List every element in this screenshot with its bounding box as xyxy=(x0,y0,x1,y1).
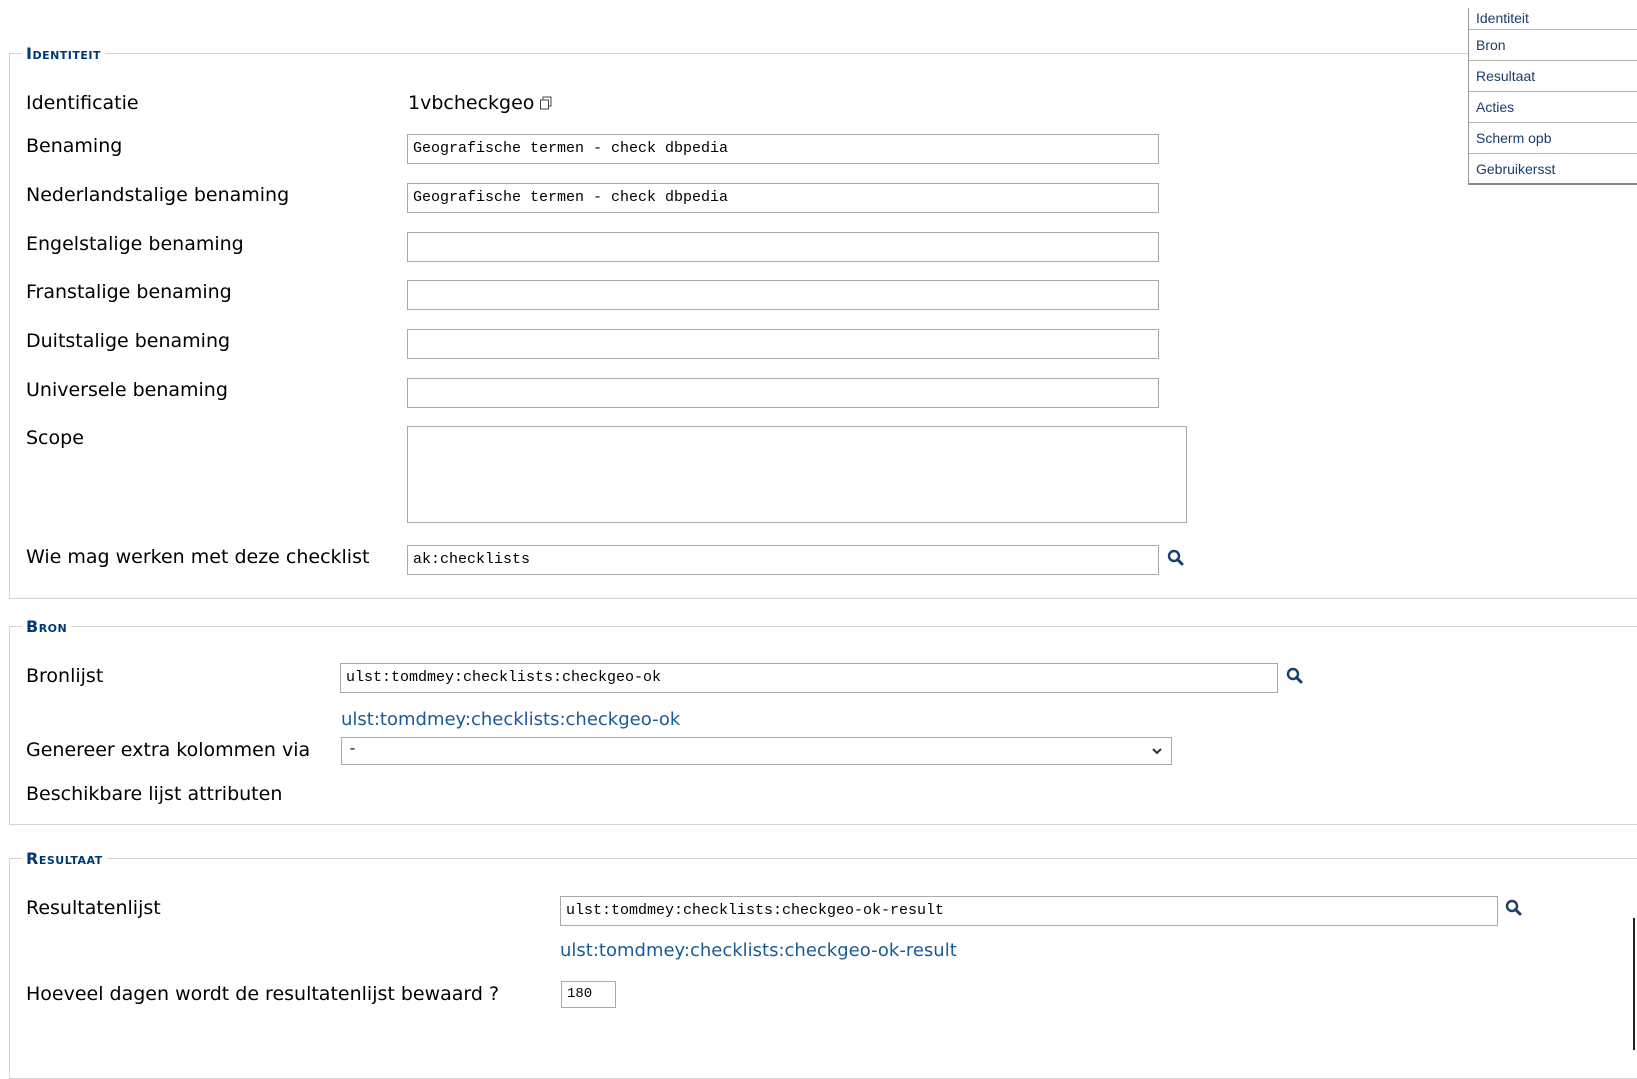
bronlijst-input[interactable]: ulst:tomdmey:checklists:checkgeo-ok xyxy=(340,663,1278,693)
wie-input[interactable]: ak:checklists xyxy=(407,545,1159,575)
benaming-input[interactable]: Geografische termen - check dbpedia xyxy=(407,134,1159,164)
search-icon[interactable] xyxy=(1166,548,1186,568)
attributen-label: Beschikbare lijst attributen xyxy=(26,783,283,805)
section-nav: Identiteit Bron Resultaat Acties Scherm … xyxy=(1468,8,1637,185)
scope-textarea[interactable] xyxy=(407,426,1187,523)
en-benaming-label: Engelstalige benaming xyxy=(26,233,244,255)
section-bron-legend: Bron xyxy=(26,617,68,636)
identificatie-label: Identificatie xyxy=(26,92,139,114)
section-identiteit-legend: Identiteit xyxy=(26,44,102,63)
resultatenlijst-link[interactable]: ulst:tomdmey:checklists:checkgeo-ok-resu… xyxy=(560,940,957,961)
dagen-input[interactable]: 180 xyxy=(561,981,616,1008)
resultatenlijst-label: Resultatenlijst xyxy=(26,897,161,919)
chevron-down-icon xyxy=(1152,748,1162,755)
bronlijst-link[interactable]: ulst:tomdmey:checklists:checkgeo-ok xyxy=(341,709,680,730)
en-benaming-input[interactable] xyxy=(407,232,1159,262)
nav-item-scherm-opbouw[interactable]: Scherm opb xyxy=(1469,123,1637,154)
bronlijst-search-icon[interactable] xyxy=(1285,666,1305,686)
scope-label: Scope xyxy=(26,427,84,449)
nav-item-identiteit[interactable]: Identiteit xyxy=(1469,8,1637,30)
nav-item-bron[interactable]: Bron xyxy=(1469,30,1637,61)
dagen-label: Hoeveel dagen wordt de resultatenlijst b… xyxy=(26,983,500,1005)
uni-benaming-input[interactable] xyxy=(407,378,1159,408)
copy-icon[interactable] xyxy=(539,96,553,110)
resultatenlijst-search-icon[interactable] xyxy=(1504,898,1524,918)
fr-benaming-input[interactable] xyxy=(407,280,1159,310)
section-resultaat: Resultaat xyxy=(9,849,1637,1079)
genereer-selected-value: - xyxy=(348,741,358,758)
genereer-label: Genereer extra kolommen via xyxy=(26,739,311,761)
nav-item-acties[interactable]: Acties xyxy=(1469,92,1637,123)
identificatie-text: 1vbcheckgeo xyxy=(408,92,535,114)
de-benaming-input[interactable] xyxy=(407,329,1159,359)
scrollbar-edge[interactable] xyxy=(1633,918,1635,1050)
wie-label: Wie mag werken met deze checklist xyxy=(26,546,370,568)
nl-benaming-input[interactable]: Geografische termen - check dbpedia xyxy=(407,183,1159,213)
fr-benaming-label: Franstalige benaming xyxy=(26,281,232,303)
genereer-select[interactable]: - xyxy=(341,737,1172,765)
nav-item-resultaat[interactable]: Resultaat xyxy=(1469,61,1637,92)
benaming-label: Benaming xyxy=(26,135,123,157)
section-resultaat-legend: Resultaat xyxy=(26,849,103,868)
identificatie-value: 1vbcheckgeo xyxy=(408,92,553,114)
resultatenlijst-input[interactable]: ulst:tomdmey:checklists:checkgeo-ok-resu… xyxy=(560,896,1498,926)
uni-benaming-label: Universele benaming xyxy=(26,379,228,401)
nav-item-gebruikersst[interactable]: Gebruikersst xyxy=(1469,154,1637,185)
bronlijst-label: Bronlijst xyxy=(26,665,104,687)
nl-benaming-label: Nederlandstalige benaming xyxy=(26,184,290,206)
de-benaming-label: Duitstalige benaming xyxy=(26,330,231,352)
